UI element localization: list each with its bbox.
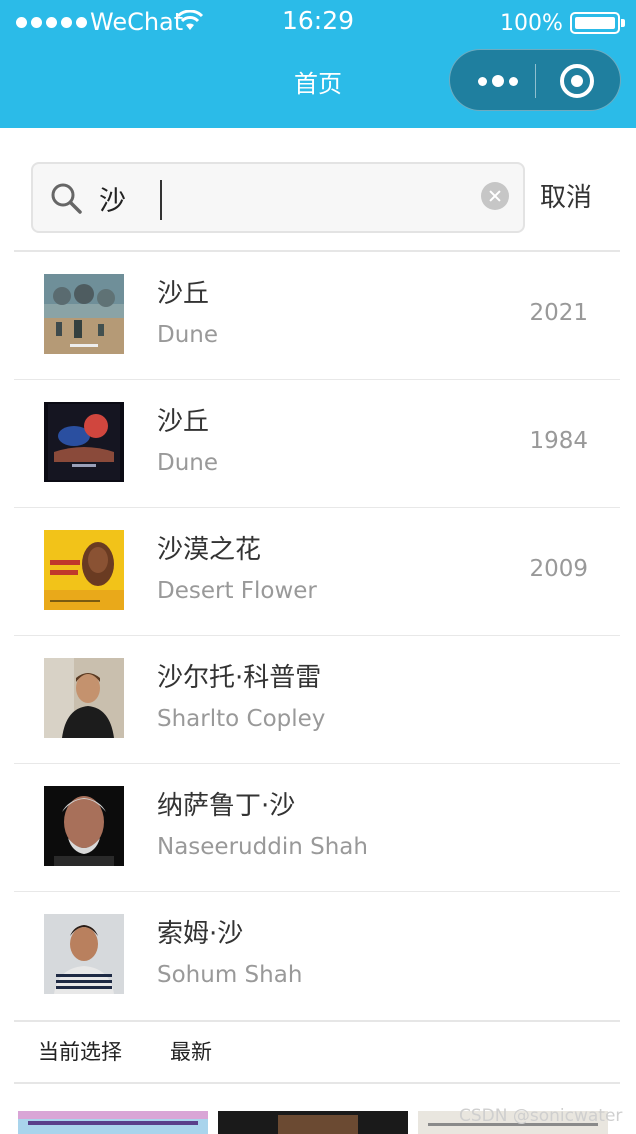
person-photo <box>44 786 124 866</box>
search-bar <box>31 162 525 233</box>
header: WeChat 16:29 100% 首页 <box>0 0 636 128</box>
text-caret <box>160 180 162 220</box>
result-year: 1984 <box>529 428 588 454</box>
desert-flower-poster <box>44 530 124 610</box>
result-title-en: Naseeruddin Shah <box>157 834 368 860</box>
search-input[interactable] <box>99 176 469 220</box>
result-title-cn: 沙丘 <box>157 407 210 437</box>
result-title-cn: 沙漠之花 <box>157 535 262 565</box>
dune-2021-poster <box>44 274 124 354</box>
clear-icon[interactable] <box>481 182 509 210</box>
result-year: 2021 <box>529 300 588 326</box>
status-bar: WeChat 16:29 100% <box>0 0 636 46</box>
list-item[interactable]: 沙丘 Dune 1984 <box>14 380 620 508</box>
list-item[interactable]: 索姆·沙 Sohum Shah <box>14 892 620 1018</box>
mini-program-capsule <box>449 49 621 111</box>
list-item[interactable]: 沙尔托·科普雷 Sharlto Copley <box>14 636 620 764</box>
result-title-en: Sharlto Copley <box>157 706 326 732</box>
person-photo <box>44 914 124 994</box>
result-title-en: Sohum Shah <box>157 962 303 988</box>
capsule-close-icon[interactable] <box>560 64 594 98</box>
result-title-cn: 索姆·沙 <box>157 919 244 949</box>
tab-latest[interactable]: 最新 <box>170 1036 212 1068</box>
result-title-cn: 沙尔托·科普雷 <box>157 663 322 693</box>
watermark: CSDN @sonicwater <box>459 1106 623 1126</box>
result-title-en: Dune <box>157 450 219 476</box>
result-title-en: Dune <box>157 322 219 348</box>
battery-icon <box>570 12 625 34</box>
dune-1984-poster <box>44 402 124 482</box>
poster-thumbnail[interactable] <box>18 1111 208 1134</box>
result-title-en: Desert Flower <box>157 578 317 604</box>
result-title-cn: 纳萨鲁丁·沙 <box>157 791 296 821</box>
list-item[interactable]: 沙丘 Dune 2021 <box>14 252 620 380</box>
search-icon <box>51 183 82 214</box>
list-item[interactable]: 纳萨鲁丁·沙 Naseeruddin Shah <box>14 764 620 892</box>
result-title-cn: 沙丘 <box>157 279 210 309</box>
more-dots-icon[interactable] <box>470 64 526 98</box>
capsule-divider <box>535 64 536 98</box>
list-item[interactable]: 沙漠之花 Desert Flower 2009 <box>14 508 620 636</box>
search-results-list: 沙丘 Dune 2021 沙丘 Dune 1984 沙漠之花 Desert Fl… <box>14 252 620 1018</box>
result-year: 2009 <box>529 556 588 582</box>
section-tabs: 当前选择 最新 <box>14 1020 620 1082</box>
tab-current-selection[interactable]: 当前选择 <box>38 1036 122 1068</box>
person-photo <box>44 658 124 738</box>
divider <box>14 1082 620 1084</box>
battery-percentage: 100% <box>500 11 563 36</box>
poster-thumbnail[interactable] <box>218 1111 408 1134</box>
cancel-button[interactable]: 取消 <box>540 178 610 218</box>
